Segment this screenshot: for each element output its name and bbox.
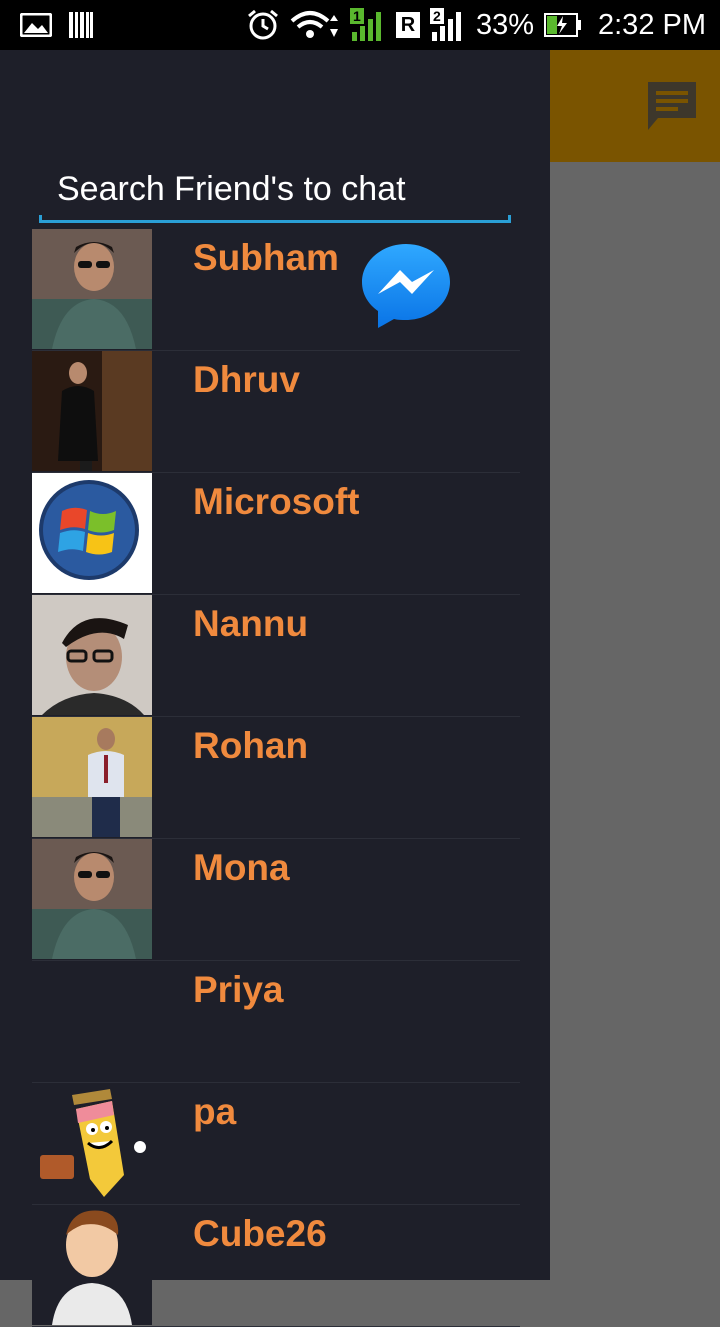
status-right-icons: 1 R 2 33% 2:32 PM [246, 0, 706, 50]
contact-name: Nannu [193, 603, 309, 644]
cartoon-man [32, 1205, 152, 1325]
messenger-chat-head-icon[interactable] [358, 240, 454, 332]
contacts-list: Subham Dhruv Microsoft Nannu Rohan Mona … [32, 229, 520, 1327]
contact-row-pa[interactable]: pa [32, 1083, 520, 1205]
contact-name: pa [193, 1091, 237, 1132]
app-bar [550, 50, 720, 162]
avatar [32, 1083, 152, 1203]
friends-drawer: Search Friend's to chat Subham Dhruv Mic… [0, 50, 550, 1327]
windows-logo [32, 473, 152, 593]
contact-row-mona[interactable]: Mona [32, 839, 520, 961]
search-friends-field[interactable]: Search Friend's to chat [39, 168, 511, 223]
pencil-cartoon [32, 1083, 152, 1203]
alarm-icon [247, 9, 278, 40]
avatar [32, 717, 152, 837]
contact-name: Priya [193, 969, 284, 1010]
search-underline-left-edge [39, 215, 42, 223]
roaming-badge: R [395, 12, 420, 38]
wifi-icon [290, 11, 338, 38]
signal-icon [431, 12, 461, 41]
status-bar: 1 R 2 33% 2:32 PM [0, 0, 720, 50]
search-underline-right-edge [508, 215, 511, 223]
sim2-signal: 2 [429, 8, 466, 42]
contact-row-cube26[interactable]: Cube26 [32, 1205, 520, 1327]
avatar [32, 1205, 152, 1325]
contact-name: Mona [193, 847, 290, 888]
avatar [32, 595, 152, 715]
battery-charging-icon [544, 13, 581, 37]
battery-percent: 33% [475, 8, 534, 41]
avatar [32, 473, 152, 593]
avatar-empty [32, 961, 152, 1081]
chat-message-icon[interactable] [644, 78, 700, 134]
contact-name: Microsoft [193, 481, 360, 522]
search-friends-placeholder[interactable]: Search Friend's to chat [57, 170, 406, 209]
contact-name: Dhruv [193, 359, 300, 400]
contact-name: Cube26 [193, 1213, 327, 1254]
clock: 2:32 PM [598, 8, 706, 41]
contact-name: Subham [193, 237, 339, 278]
contact-row-microsoft[interactable]: Microsoft [32, 473, 520, 595]
contact-row-nannu[interactable]: Nannu [32, 595, 520, 717]
contact-row-priya[interactable]: Priya [32, 961, 520, 1083]
avatar [32, 839, 152, 959]
sim1-signal: 1 [349, 8, 386, 42]
main-content-dimmed[interactable] [550, 162, 720, 1280]
avatar [32, 351, 152, 471]
contact-row-rohan[interactable]: Rohan [32, 717, 520, 839]
avatar [32, 229, 152, 349]
contact-row-dhruv[interactable]: Dhruv [32, 351, 520, 473]
contact-name: Rohan [193, 725, 309, 766]
barcode-icon [69, 12, 93, 38]
signal-icon [351, 12, 381, 41]
status-left-icons [20, 8, 94, 42]
gallery-icon [20, 13, 52, 37]
